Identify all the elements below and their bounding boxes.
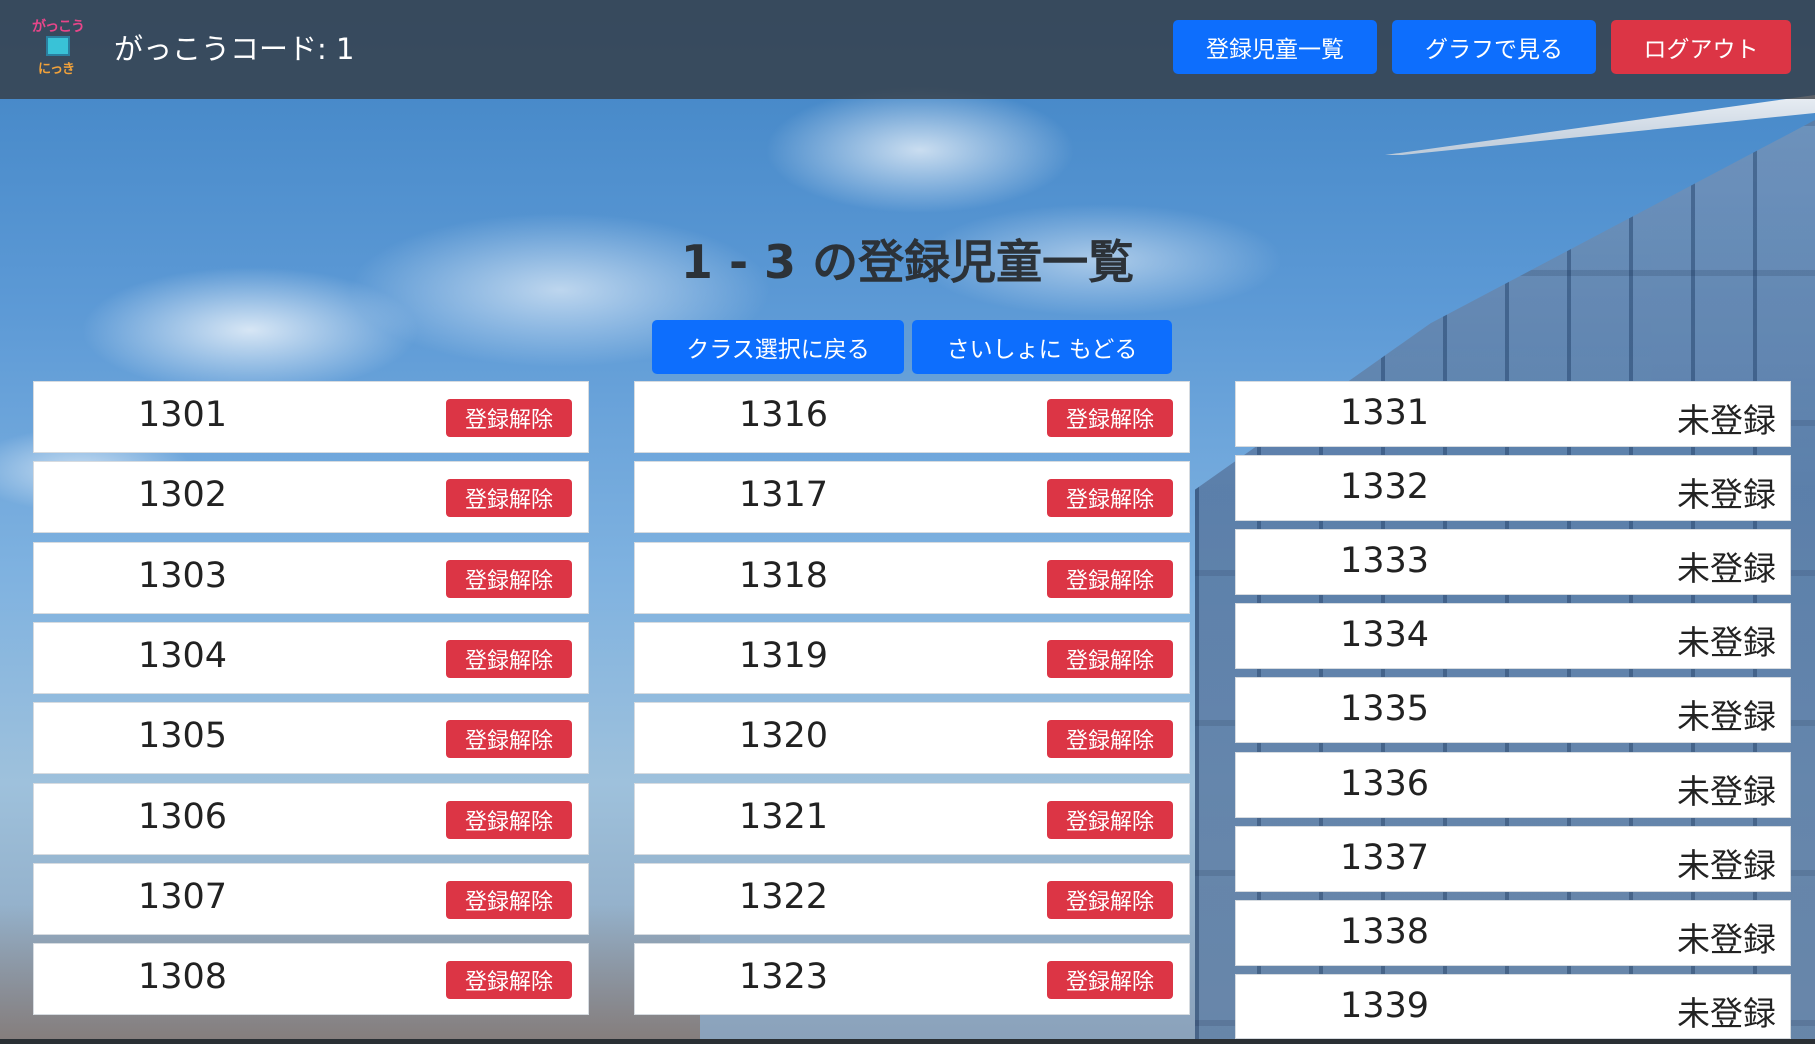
- student-number: 1304: [138, 635, 228, 676]
- unregister-button[interactable]: 登録解除: [446, 800, 572, 839]
- student-row: 1338 未登録: [1235, 899, 1791, 966]
- logout-button[interactable]: ログアウト: [1611, 20, 1791, 74]
- graph-button[interactable]: グラフで見る: [1392, 20, 1596, 74]
- student-row: 1322 登録解除: [634, 862, 1190, 935]
- registration-status: 未登録: [1677, 919, 1776, 959]
- student-number: 1322: [739, 876, 829, 917]
- student-number: 1308: [138, 957, 228, 998]
- student-number: 1338: [1340, 911, 1430, 952]
- unregister-button[interactable]: 登録解除: [1047, 880, 1173, 919]
- unregister-button[interactable]: 登録解除: [1047, 800, 1173, 839]
- student-number: 1336: [1340, 763, 1430, 804]
- student-row: 1339 未登録: [1235, 973, 1791, 1039]
- student-row: 1308 登録解除: [33, 943, 589, 1016]
- student-number: 1318: [739, 555, 829, 596]
- student-row: 1316 登録解除: [634, 381, 1190, 453]
- student-row: 1333 未登録: [1235, 529, 1791, 596]
- unregister-button[interactable]: 登録解除: [1047, 720, 1173, 759]
- student-row: 1317 登録解除: [634, 461, 1190, 534]
- unregister-button[interactable]: 登録解除: [446, 399, 572, 437]
- unregister-button[interactable]: 登録解除: [1047, 479, 1173, 518]
- student-number: 1333: [1340, 541, 1430, 582]
- student-row: 1331 未登録: [1235, 381, 1791, 447]
- student-number: 1320: [739, 716, 829, 757]
- student-row: 1303 登録解除: [33, 541, 589, 614]
- student-number: 1302: [138, 475, 228, 516]
- registration-status: 未登録: [1677, 697, 1776, 737]
- student-number: 1319: [739, 635, 829, 676]
- registration-status: 未登録: [1677, 845, 1776, 885]
- student-row: 1319 登録解除: [634, 621, 1190, 694]
- unregister-button[interactable]: 登録解除: [1047, 639, 1173, 678]
- student-number: 1339: [1340, 985, 1430, 1026]
- registration-status: 未登録: [1677, 475, 1776, 515]
- student-number: 1332: [1340, 467, 1430, 508]
- student-number: 1335: [1340, 689, 1430, 730]
- registration-status: 未登録: [1677, 549, 1776, 589]
- student-row: 1307 登録解除: [33, 862, 589, 935]
- student-row: 1337 未登録: [1235, 825, 1791, 892]
- student-number: 1307: [138, 876, 228, 917]
- unregister-button[interactable]: 登録解除: [446, 720, 572, 759]
- student-row: 1321 登録解除: [634, 782, 1190, 855]
- unregister-button[interactable]: 登録解除: [446, 880, 572, 919]
- top-navbar: がっこう にっき がっこうコード: 1 登録児童一覧 グラフで見る ログアウト: [0, 0, 1815, 99]
- registration-status: 未登録: [1677, 623, 1776, 663]
- student-row: 1318 登録解除: [634, 541, 1190, 614]
- unregister-button[interactable]: 登録解除: [1047, 559, 1173, 598]
- student-number: 1321: [739, 796, 829, 837]
- student-number: 1334: [1340, 615, 1430, 656]
- registration-status: 未登録: [1677, 993, 1776, 1033]
- student-row: 1336 未登録: [1235, 751, 1791, 818]
- student-list-button[interactable]: 登録児童一覧: [1173, 20, 1377, 74]
- student-row: 1305 登録解除: [33, 702, 589, 775]
- student-number: 1316: [739, 395, 829, 435]
- student-row: 1323 登録解除: [634, 943, 1190, 1016]
- student-row: 1304 登録解除: [33, 621, 589, 694]
- student-number: 1337: [1340, 837, 1430, 878]
- background-roof: [1385, 95, 1815, 155]
- student-row: 1335 未登録: [1235, 677, 1791, 744]
- app-logo[interactable]: がっこう にっき: [32, 16, 86, 78]
- student-row: 1320 登録解除: [634, 702, 1190, 775]
- student-number: 1317: [739, 475, 829, 516]
- back-to-start-button[interactable]: さいしょに もどる: [912, 320, 1172, 374]
- logo-notebook-icon: [46, 36, 70, 56]
- student-number: 1323: [739, 957, 829, 998]
- logo-text-bottom: にっき: [38, 62, 75, 77]
- bottom-edge: [0, 1039, 1815, 1044]
- student-number: 1303: [138, 555, 228, 596]
- student-number: 1331: [1340, 393, 1430, 433]
- unregister-button[interactable]: 登録解除: [446, 559, 572, 598]
- student-number: 1305: [138, 716, 228, 757]
- back-to-class-button[interactable]: クラス選択に戻る: [652, 320, 904, 374]
- unregister-button[interactable]: 登録解除: [1047, 399, 1173, 437]
- page-title: 1 - 3 の登録児童一覧: [680, 235, 1135, 289]
- unregister-button[interactable]: 登録解除: [446, 961, 572, 1000]
- school-code-label: がっこうコード: 1: [114, 32, 355, 66]
- unregister-button[interactable]: 登録解除: [1047, 961, 1173, 1000]
- student-row: 1334 未登録: [1235, 603, 1791, 670]
- student-number: 1306: [138, 796, 228, 837]
- student-row: 1301 登録解除: [33, 381, 589, 453]
- unregister-button[interactable]: 登録解除: [446, 479, 572, 518]
- student-row: 1306 登録解除: [33, 782, 589, 855]
- student-number: 1301: [138, 395, 228, 435]
- unregister-button[interactable]: 登録解除: [446, 639, 572, 678]
- registration-status: 未登録: [1677, 401, 1776, 440]
- logo-text-top: がっこう: [32, 19, 85, 35]
- student-row: 1332 未登録: [1235, 455, 1791, 522]
- student-row: 1302 登録解除: [33, 461, 589, 534]
- registration-status: 未登録: [1677, 771, 1776, 811]
